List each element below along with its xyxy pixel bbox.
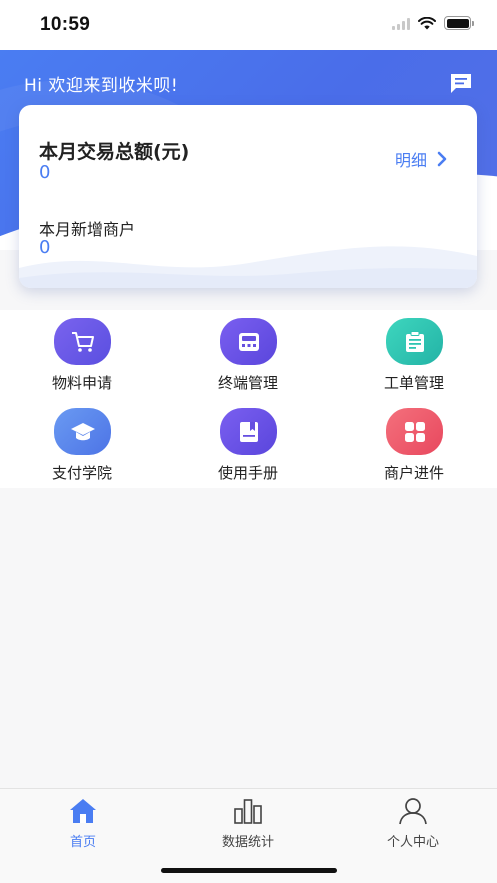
summary-card: 本月交易总额(元) 0 明细 本月新增商户 0: [19, 105, 477, 288]
tab-label: 数据统计: [221, 835, 274, 850]
message-icon[interactable]: [449, 72, 473, 94]
grid-item-user-manual[interactable]: 使用手册: [188, 400, 308, 482]
tab-label: 首页: [69, 835, 96, 850]
wifi-icon: [418, 16, 436, 29]
grid-item-material-request[interactable]: 物料申请: [22, 310, 142, 392]
greeting-text: Hi 欢迎来到收米呗!: [24, 76, 179, 96]
terminal-icon: [220, 318, 277, 365]
grid-label: 支付学院: [51, 464, 112, 482]
function-grid: 物料申请 终端管理 工单管理 支付学院 使用手册 商户进件: [0, 310, 497, 488]
tab-profile[interactable]: 个人中心: [353, 797, 473, 850]
grid-label: 工单管理: [383, 374, 444, 392]
battery-icon: [444, 16, 474, 30]
grid-label: 物料申请: [51, 374, 112, 392]
chevron-right-icon: [437, 151, 447, 167]
home-indicator: [161, 868, 337, 873]
tab-label: 个人中心: [386, 835, 439, 850]
grid-label: 使用手册: [217, 464, 278, 482]
manual-icon: [220, 408, 277, 455]
new-merchants-label: 本月新增商户: [39, 220, 136, 239]
graduation-cap-icon: [54, 408, 111, 455]
new-merchants-value: 0: [39, 237, 51, 258]
grid-item-merchant-onboarding[interactable]: 商户进件: [354, 400, 474, 482]
grid-item-payment-academy[interactable]: 支付学院: [22, 400, 142, 482]
user-icon: [399, 798, 427, 825]
signal-icon: [392, 17, 410, 30]
status-icons: [392, 16, 474, 30]
grid-item-terminal-management[interactable]: 终端管理: [188, 310, 308, 392]
status-time: 10:59: [40, 14, 91, 35]
home-icon: [70, 799, 96, 823]
apps-icon: [386, 408, 443, 455]
bar-chart-icon: [234, 799, 262, 824]
tab-home[interactable]: 首页: [23, 797, 143, 850]
grid-label: 终端管理: [217, 374, 278, 392]
clipboard-icon: [386, 318, 443, 365]
grid-label: 商户进件: [383, 464, 444, 482]
monthly-total-label: 本月交易总额(元): [39, 141, 190, 163]
detail-link[interactable]: 明细: [395, 147, 447, 171]
detail-label: 明细: [394, 151, 427, 170]
monthly-total-value: 0: [39, 162, 51, 183]
grid-item-work-order[interactable]: 工单管理: [354, 310, 474, 392]
tab-statistics[interactable]: 数据统计: [188, 797, 308, 850]
cart-icon: [54, 318, 111, 365]
status-bar: 10:59: [0, 0, 497, 50]
